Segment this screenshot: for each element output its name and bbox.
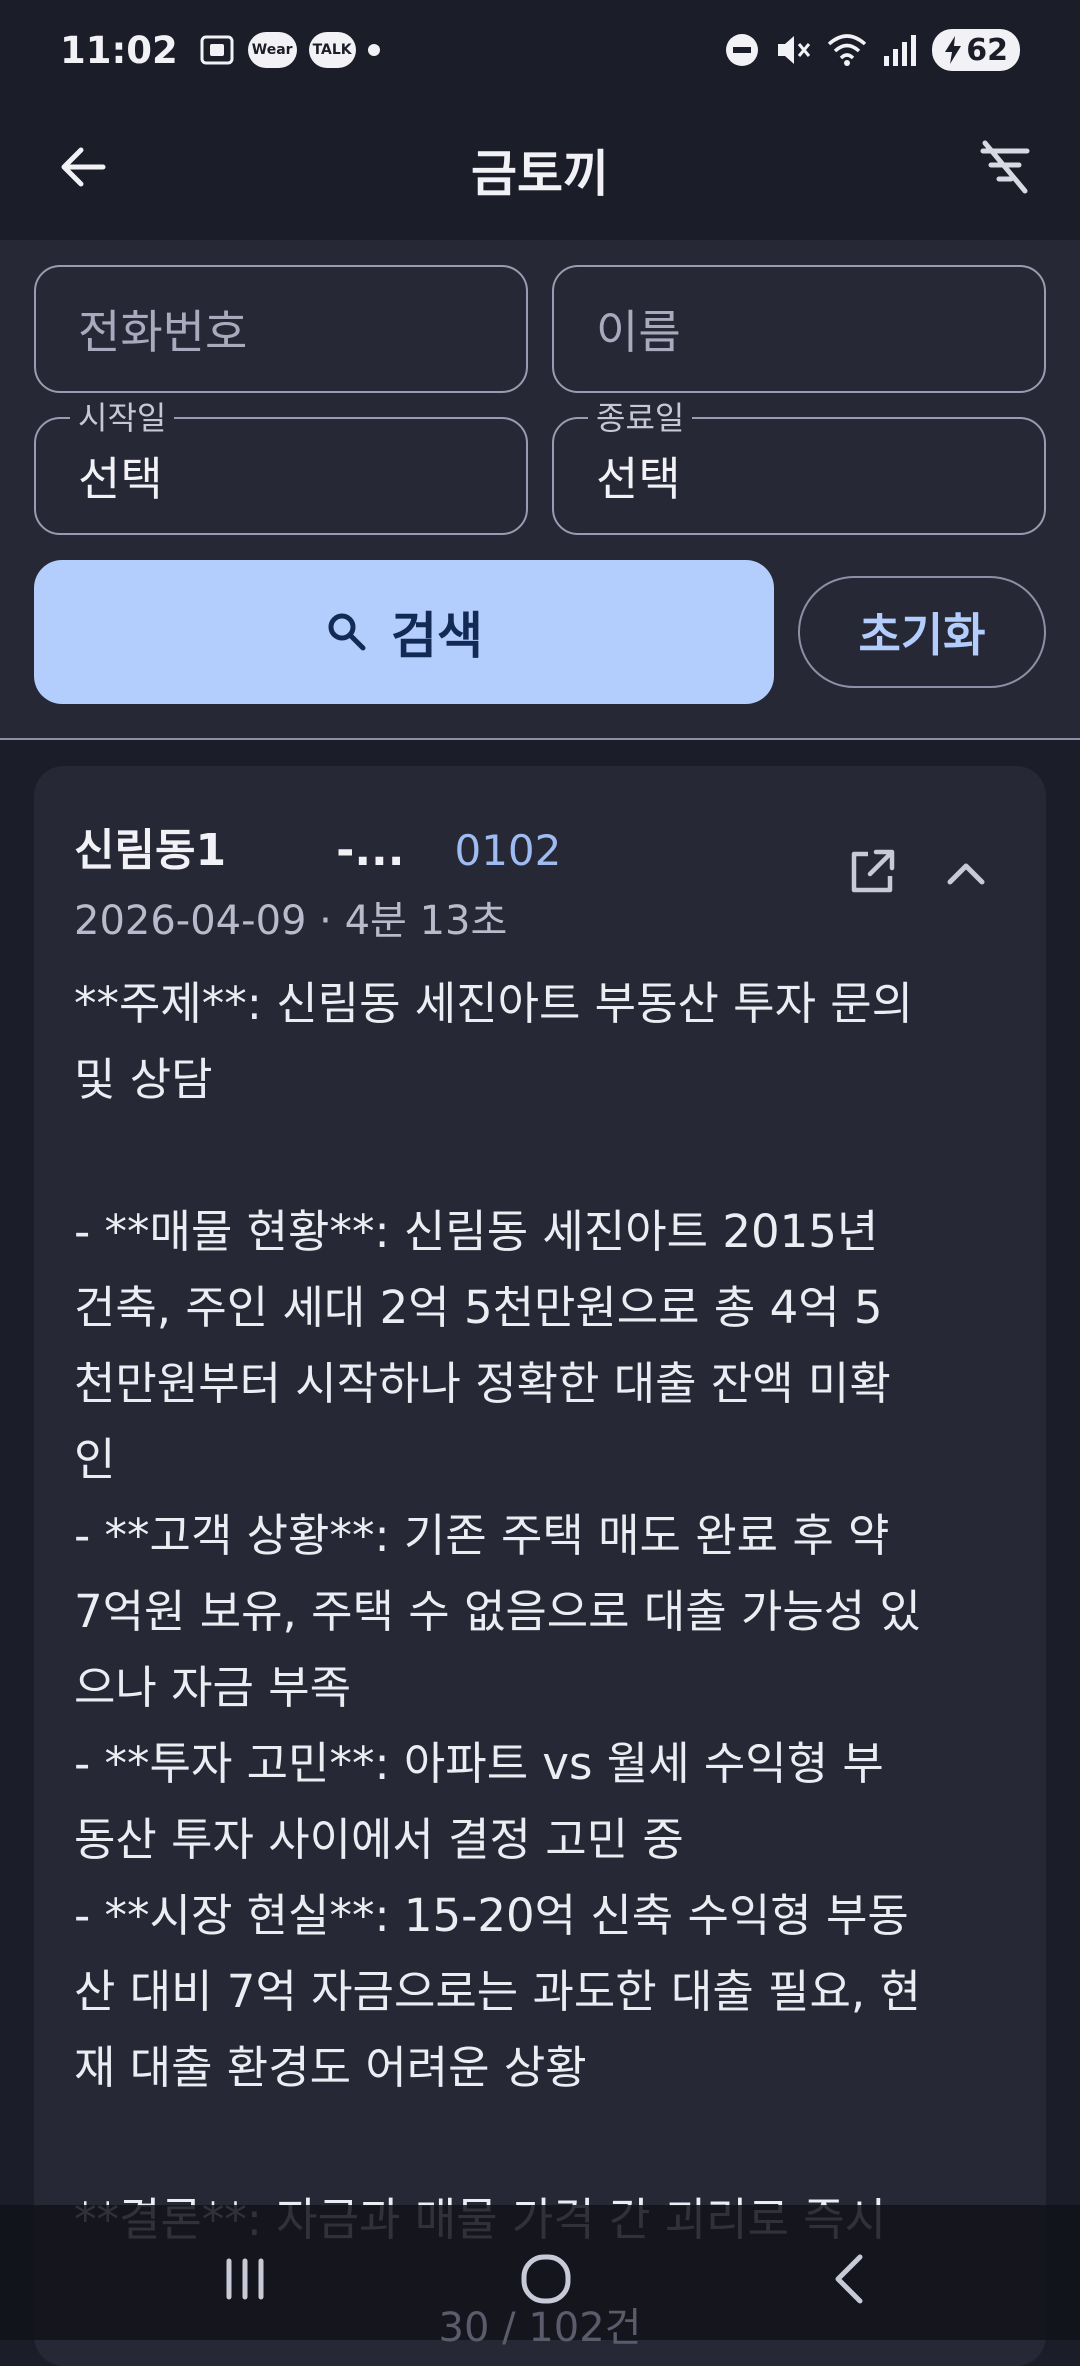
search-button[interactable]: 검색	[34, 560, 774, 704]
name-input[interactable]: 이름	[552, 265, 1046, 393]
phone-number-suffix: 0102	[454, 826, 562, 875]
battery-indicator: 62	[932, 29, 1020, 71]
call-summary-card[interactable]: 신림동1 -... 0102 2026-04-09 · 4분 13초 **주제*…	[34, 766, 1046, 2366]
filter-off-icon	[980, 140, 1030, 194]
contact-ellipsis: -...	[336, 825, 405, 876]
status-right-icons: 62	[724, 29, 1020, 71]
open-external-button[interactable]	[844, 844, 900, 900]
status-time: 11:02	[60, 28, 178, 72]
contact-name: 신림동1	[74, 825, 227, 876]
screen-capture-icon	[200, 35, 234, 65]
phone-number-input[interactable]: 전화번호	[34, 265, 528, 393]
notification-dot	[367, 44, 380, 56]
search-button-label: 검색	[391, 607, 483, 665]
collapse-button[interactable]	[938, 846, 994, 902]
back-button[interactable]	[48, 132, 118, 202]
end-date-field[interactable]: 종료일 선택	[552, 393, 1046, 535]
signal-icon	[884, 35, 917, 66]
wear-icon: Wear	[247, 32, 297, 68]
search-icon	[328, 613, 366, 651]
mute-icon	[778, 36, 811, 64]
phone-number-placeholder: 전화번호	[78, 305, 248, 359]
call-summary-text: **주제**: 신림동 세진아트 부동산 투자 문의 및 상담 - **매물 현…	[74, 977, 921, 2246]
arrow-back-icon	[61, 147, 106, 187]
reset-button-label: 초기화	[858, 608, 986, 662]
reset-button[interactable]: 초기화	[798, 576, 1046, 688]
home-icon	[521, 2254, 571, 2304]
system-navigation-bar: 30 / 102건	[0, 2205, 1080, 2351]
charging-icon	[945, 36, 962, 64]
back-nav-button[interactable]	[820, 2249, 880, 2309]
start-date-field[interactable]: 시작일 선택	[34, 393, 528, 535]
name-placeholder: 이름	[596, 305, 681, 359]
status-left-icons: Wear TALK	[198, 31, 380, 69]
divider	[0, 738, 1080, 740]
open-in-new-icon	[851, 849, 895, 893]
home-button[interactable]	[516, 2249, 576, 2309]
recent-apps-button[interactable]	[215, 2249, 275, 2309]
app-bar: 금토끼	[0, 100, 1080, 240]
end-date-label: 종료일	[588, 393, 693, 439]
recent-apps-icon	[226, 2258, 264, 2300]
page-title: 금토끼	[471, 145, 609, 203]
start-date-value: 선택	[78, 452, 163, 506]
end-date-value: 선택	[596, 452, 681, 506]
wifi-icon	[828, 34, 867, 66]
filter-toggle-button[interactable]	[970, 132, 1040, 202]
call-date-duration: 2026-04-09 · 4분 13초	[74, 898, 508, 944]
search-filter-panel: 전화번호 이름 시작일 선택 종료일 선택 검색 초기화	[0, 240, 1080, 740]
kakao-talk-icon: TALK	[308, 32, 356, 68]
chevron-left-icon	[835, 2254, 863, 2304]
battery-level: 62	[966, 32, 1008, 68]
chevron-up-icon	[947, 863, 985, 885]
start-date-label: 시작일	[70, 393, 175, 439]
do-not-disturb-icon	[726, 34, 759, 66]
status-bar: 11:02 Wear TALK 62	[0, 0, 1080, 100]
